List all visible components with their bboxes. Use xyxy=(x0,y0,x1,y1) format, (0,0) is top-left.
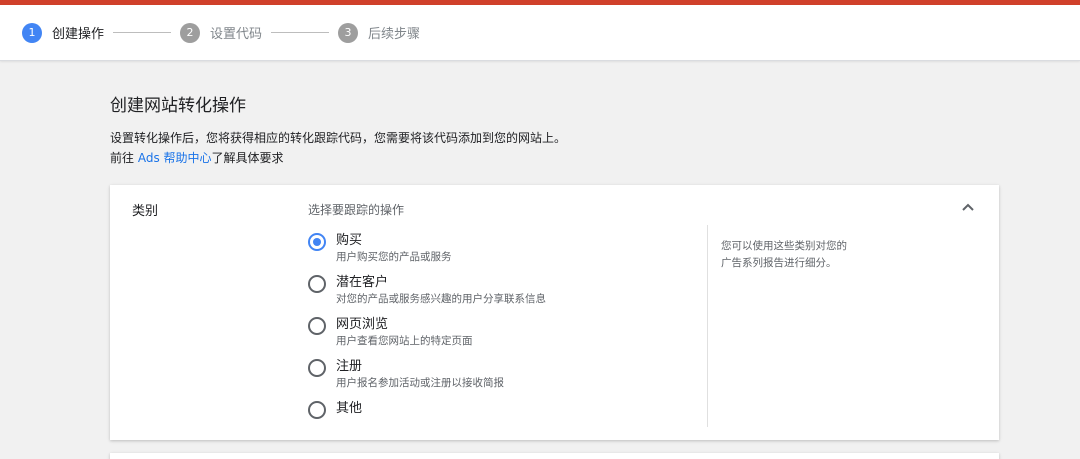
step-number-badge: 3 xyxy=(338,22,359,43)
step-connector xyxy=(113,32,172,33)
description-suffix: 了解具体要求 xyxy=(211,151,284,165)
description-prefix: 前往 xyxy=(110,151,138,165)
option-lead[interactable]: 潜在客户 对您的产品或服务感兴趣的用户分享联系信息 xyxy=(308,275,546,317)
step-number-badge: 2 xyxy=(180,22,201,43)
step-label: 设置代码 xyxy=(210,27,263,42)
radio-button[interactable] xyxy=(308,359,326,377)
collapse-button[interactable] xyxy=(958,197,978,217)
option-text: 注册 用户报名参加活动或注册以接收简报 xyxy=(336,359,504,401)
stepper: 1 创建操作 2 设置代码 3 后续步骤 xyxy=(0,5,1080,61)
radio-button-checked[interactable] xyxy=(308,233,326,251)
option-label: 其他 xyxy=(336,401,363,416)
option-text: 潜在客户 对您的产品或服务感兴趣的用户分享联系信息 xyxy=(336,275,546,317)
step-next-steps[interactable]: 3 后续步骤 xyxy=(338,22,421,43)
chevron-up-icon xyxy=(962,203,974,211)
option-purchase[interactable]: 购买 用户购买您的产品或服务 xyxy=(308,233,546,275)
option-label: 潜在客户 xyxy=(336,275,389,290)
option-other[interactable]: 其他 xyxy=(308,401,546,443)
section-title: 选择要跟踪的操作 xyxy=(308,203,405,217)
option-text: 网页浏览 用户查看您网站上的特定页面 xyxy=(336,317,473,359)
radio-button[interactable] xyxy=(308,275,326,293)
step-number-badge: 1 xyxy=(22,22,42,43)
option-text: 其他 xyxy=(336,401,362,443)
option-label: 注册 xyxy=(336,359,363,374)
option-description: 对您的产品或服务感兴趣的用户分享联系信息 xyxy=(336,293,546,305)
ads-help-center-link[interactable]: Ads 帮助中心 xyxy=(138,151,212,165)
option-signup[interactable]: 注册 用户报名参加活动或注册以接收简报 xyxy=(308,359,546,401)
option-page-view[interactable]: 网页浏览 用户查看您网站上的特定页面 xyxy=(308,317,546,359)
step-label: 创建操作 xyxy=(52,27,105,42)
category-label: 类别 xyxy=(132,204,159,219)
step-setup-code[interactable]: 2 设置代码 xyxy=(180,22,263,43)
category-help-text: 您可以使用这些类别对您的 广告系列报告进行细分。 xyxy=(721,238,891,272)
vertical-divider xyxy=(707,225,708,427)
radio-button[interactable] xyxy=(308,401,326,419)
step-create-action[interactable]: 1 创建操作 xyxy=(22,22,105,43)
help-line: 您可以使用这些类别对您的 xyxy=(721,240,847,252)
category-radio-group: 购买 用户购买您的产品或服务 潜在客户 对您的产品或服务感兴趣的用户分享联系信息… xyxy=(308,233,546,443)
option-label: 购买 xyxy=(336,233,363,248)
option-description: 用户查看您网站上的特定页面 xyxy=(336,335,473,347)
next-card xyxy=(110,453,999,459)
option-description: 用户购买您的产品或服务 xyxy=(336,251,452,263)
radio-button[interactable] xyxy=(308,317,326,335)
description-line: 设置转化操作后，您将获得相应的转化跟踪代码，您需要将该代码添加到您的网站上。 xyxy=(110,131,567,145)
page-title: 创建网站转化操作 xyxy=(110,96,246,116)
step-connector xyxy=(271,32,330,33)
category-card: 类别 选择要跟踪的操作 购买 用户购买您的产品或服务 潜在客户 对您的产品或服务… xyxy=(110,185,999,440)
option-label: 网页浏览 xyxy=(336,317,389,332)
page-description: 设置转化操作后，您将获得相应的转化跟踪代码，您需要将该代码添加到您的网站上。 前… xyxy=(110,128,566,168)
option-description: 用户报名参加活动或注册以接收简报 xyxy=(336,377,504,389)
help-line: 广告系列报告进行细分。 xyxy=(721,257,837,269)
description-help-line: 前往 Ads 帮助中心了解具体要求 xyxy=(110,148,566,168)
option-text: 购买 用户购买您的产品或服务 xyxy=(336,233,452,275)
step-label: 后续步骤 xyxy=(368,27,421,42)
